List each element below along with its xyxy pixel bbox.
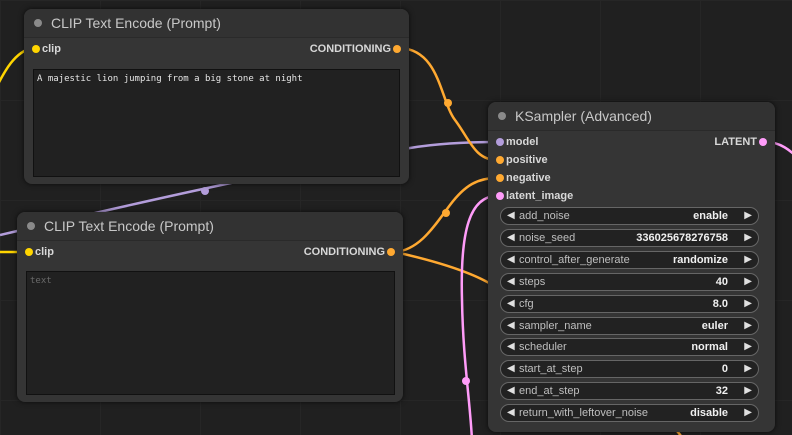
increment-arrow-icon[interactable]: ▶ xyxy=(744,296,752,312)
input-slot-clip[interactable]: clip xyxy=(25,244,54,260)
collapse-dot-icon[interactable] xyxy=(27,222,35,230)
widget-scheduler[interactable]: ◀ scheduler normal ▶ xyxy=(500,338,759,356)
clip-input-dot-icon[interactable] xyxy=(25,248,33,256)
positive-input-dot-icon[interactable] xyxy=(496,156,504,164)
widget-value[interactable]: 8.0 xyxy=(713,296,728,312)
output-slot-latent[interactable]: LATENT xyxy=(714,134,767,150)
input-label: clip xyxy=(42,43,61,55)
increment-arrow-icon[interactable]: ▶ xyxy=(744,405,752,421)
increment-arrow-icon[interactable]: ▶ xyxy=(744,208,752,224)
widget-name: control_after_generate xyxy=(519,254,630,266)
widget-name: end_at_step xyxy=(519,385,580,397)
widget-value[interactable]: 32 xyxy=(716,383,728,399)
conditioning-output-dot-icon[interactable] xyxy=(387,248,395,256)
conditioning-output-dot-icon[interactable] xyxy=(393,45,401,53)
ksampler-advanced-node[interactable]: KSampler (Advanced) model positive negat… xyxy=(488,102,775,432)
widget-value[interactable]: normal xyxy=(691,339,728,355)
widget-value[interactable]: disable xyxy=(690,405,728,421)
positive-link-midpoint xyxy=(444,99,452,107)
decrement-arrow-icon[interactable]: ◀ xyxy=(507,252,515,268)
widget-value[interactable]: 336025678276758 xyxy=(636,230,728,246)
prompt-text-input[interactable]: A majestic lion jumping from a big stone… xyxy=(33,69,400,177)
decrement-arrow-icon[interactable]: ◀ xyxy=(507,208,515,224)
widget-name: steps xyxy=(519,276,546,288)
widget-value[interactable]: enable xyxy=(693,208,728,224)
input-slot-model[interactable]: model xyxy=(496,134,539,150)
latent-input-dot-icon[interactable] xyxy=(496,192,504,200)
widget-end-at-step[interactable]: ◀ end_at_step 32 ▶ xyxy=(500,382,759,400)
decrement-arrow-icon[interactable]: ◀ xyxy=(507,383,515,399)
negative-link-midpoint xyxy=(442,209,450,217)
widget-name: noise_seed xyxy=(519,232,576,244)
clip-input-dot-icon[interactable] xyxy=(32,45,40,53)
output-label: CONDITIONING xyxy=(309,43,391,55)
decrement-arrow-icon[interactable]: ◀ xyxy=(507,318,515,334)
negative-input-dot-icon[interactable] xyxy=(496,174,504,182)
node-title-bar[interactable]: CLIP Text Encode (Prompt) xyxy=(24,9,409,38)
widget-start-at-step[interactable]: ◀ start_at_step 0 ▶ xyxy=(500,360,759,378)
increment-arrow-icon[interactable]: ▶ xyxy=(744,230,752,246)
output-label: LATENT xyxy=(714,136,757,148)
decrement-arrow-icon[interactable]: ◀ xyxy=(507,405,515,421)
widget-steps[interactable]: ◀ steps 40 ▶ xyxy=(500,273,759,291)
decrement-arrow-icon[interactable]: ◀ xyxy=(507,230,515,246)
collapse-dot-icon[interactable] xyxy=(34,19,42,27)
model-input-dot-icon[interactable] xyxy=(496,138,504,146)
widget-name: start_at_step xyxy=(519,363,583,375)
decrement-arrow-icon[interactable]: ◀ xyxy=(507,339,515,355)
widget-sampler-name[interactable]: ◀ sampler_name euler ▶ xyxy=(500,317,759,335)
conditioning-link-extra xyxy=(394,250,501,292)
widget-noise-seed[interactable]: ◀ noise_seed 336025678276758 ▶ xyxy=(500,229,759,247)
input-slot-negative[interactable]: negative xyxy=(496,170,551,186)
collapse-dot-icon[interactable] xyxy=(498,112,506,120)
widget-add-noise[interactable]: ◀ add_noise enable ▶ xyxy=(500,207,759,225)
widget-name: scheduler xyxy=(519,341,567,353)
prompt-text-input[interactable]: text xyxy=(26,271,395,395)
widget-value[interactable]: randomize xyxy=(673,252,728,268)
input-slot-latent-image[interactable]: latent_image xyxy=(496,188,574,204)
clip-text-encode-node-bottom[interactable]: CLIP Text Encode (Prompt) clip CONDITION… xyxy=(17,212,403,402)
latent-output-dot-icon[interactable] xyxy=(759,138,767,146)
widget-name: sampler_name xyxy=(519,320,592,332)
widget-value[interactable]: 40 xyxy=(716,274,728,290)
node-title-bar[interactable]: CLIP Text Encode (Prompt) xyxy=(17,212,403,241)
input-label: latent_image xyxy=(506,190,574,202)
output-slot-conditioning[interactable]: CONDITIONING xyxy=(309,41,401,57)
decrement-arrow-icon[interactable]: ◀ xyxy=(507,296,515,312)
node-title: CLIP Text Encode (Prompt) xyxy=(44,218,214,234)
node-title: CLIP Text Encode (Prompt) xyxy=(51,15,221,31)
input-slot-positive[interactable]: positive xyxy=(496,152,548,168)
input-label: clip xyxy=(35,246,54,258)
increment-arrow-icon[interactable]: ▶ xyxy=(744,339,752,355)
widget-cfg[interactable]: ◀ cfg 8.0 ▶ xyxy=(500,295,759,313)
widget-name: cfg xyxy=(519,298,534,310)
increment-arrow-icon[interactable]: ▶ xyxy=(744,252,752,268)
input-label: negative xyxy=(506,172,551,184)
decrement-arrow-icon[interactable]: ◀ xyxy=(507,361,515,377)
decrement-arrow-icon[interactable]: ◀ xyxy=(507,274,515,290)
input-slot-clip[interactable]: clip xyxy=(32,41,61,57)
clip-text-encode-node-top[interactable]: CLIP Text Encode (Prompt) clip CONDITION… xyxy=(24,9,409,184)
widget-name: return_with_leftover_noise xyxy=(519,407,649,419)
widget-return-with-leftover-noise[interactable]: ◀ return_with_leftover_noise disable ▶ xyxy=(500,404,759,422)
widget-value[interactable]: euler xyxy=(702,318,728,334)
input-label: model xyxy=(506,136,539,148)
increment-arrow-icon[interactable]: ▶ xyxy=(744,383,752,399)
output-slot-conditioning[interactable]: CONDITIONING xyxy=(303,244,395,260)
node-title: KSampler (Advanced) xyxy=(515,108,652,124)
increment-arrow-icon[interactable]: ▶ xyxy=(744,361,752,377)
widget-control-after-generate[interactable]: ◀ control_after_generate randomize ▶ xyxy=(500,251,759,269)
input-label: positive xyxy=(506,154,548,166)
latent-image-link-midpoint xyxy=(462,377,470,385)
increment-arrow-icon[interactable]: ▶ xyxy=(744,318,752,334)
widget-name: add_noise xyxy=(519,210,570,222)
increment-arrow-icon[interactable]: ▶ xyxy=(744,274,752,290)
node-title-bar[interactable]: KSampler (Advanced) xyxy=(488,102,775,131)
widget-value[interactable]: 0 xyxy=(722,361,728,377)
output-label: CONDITIONING xyxy=(303,246,385,258)
model-link-midpoint xyxy=(201,187,209,195)
